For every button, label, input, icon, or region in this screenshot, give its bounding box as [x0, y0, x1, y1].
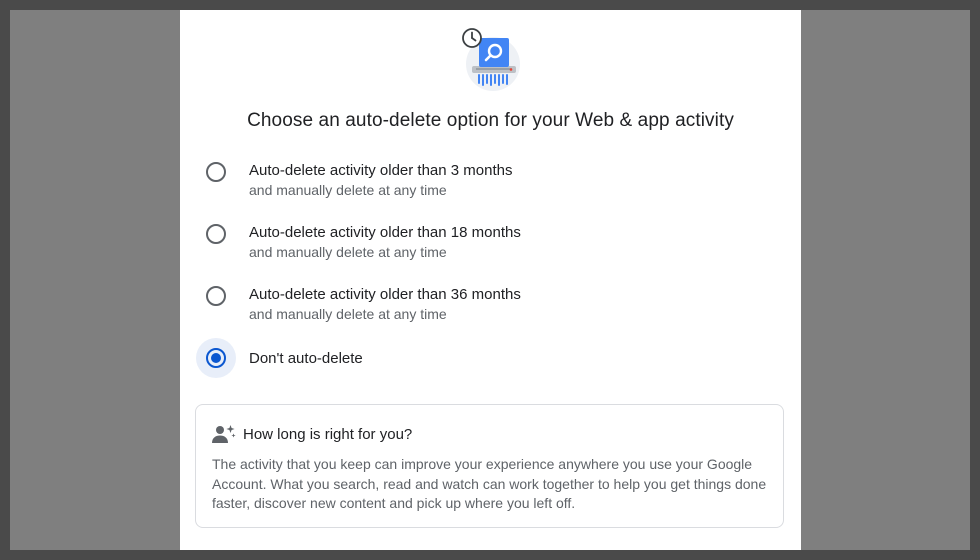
option-subtitle: and manually delete at any time: [249, 244, 447, 260]
radio-button[interactable]: [196, 152, 236, 192]
radio-indicator: [206, 224, 226, 244]
radio-indicator: [206, 348, 226, 368]
auto-delete-dialog: Choose an auto-delete option for your We…: [180, 10, 801, 550]
option-subtitle: and manually delete at any time: [249, 306, 447, 322]
option-3-months[interactable]: Auto-delete activity older than 3 months…: [194, 152, 754, 208]
dialog-title: Choose an auto-delete option for your We…: [247, 110, 734, 131]
option-18-months[interactable]: Auto-delete activity older than 18 month…: [194, 214, 754, 270]
option-subtitle: and manually delete at any time: [249, 182, 447, 198]
radio-button[interactable]: [196, 214, 236, 254]
info-title: How long is right for you?: [243, 426, 413, 443]
option-title: Don't auto-delete: [249, 350, 363, 367]
person-sparkle-icon: [212, 425, 236, 443]
radio-indicator: [206, 286, 226, 306]
info-card: How long is right for you? The activity …: [195, 404, 784, 528]
shredder-search-clock-icon: [462, 28, 520, 91]
radio-indicator: [206, 162, 226, 182]
radio-button[interactable]: [196, 276, 236, 316]
option-title: Auto-delete activity older than 3 months: [249, 162, 513, 179]
option-36-months[interactable]: Auto-delete activity older than 36 month…: [194, 276, 754, 332]
option-title: Auto-delete activity older than 36 month…: [249, 286, 521, 303]
option-dont-auto-delete[interactable]: Don't auto-delete: [194, 338, 754, 380]
option-title: Auto-delete activity older than 18 month…: [249, 224, 521, 241]
info-body: The activity that you keep can improve y…: [212, 456, 767, 511]
radio-button-selected[interactable]: [196, 338, 236, 378]
